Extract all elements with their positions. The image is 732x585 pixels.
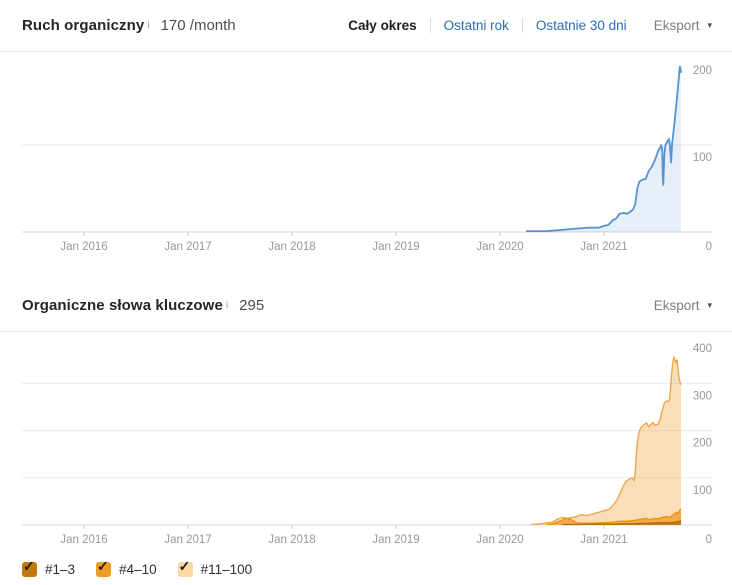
organic-keywords-chart[interactable]: Jan 2016 Jan 2017 Jan 2018 Jan 2019 Jan 2020… — [0, 332, 732, 555]
tab-separator — [430, 18, 431, 33]
svg-text:Jan 2021: Jan 2021 — [580, 241, 627, 253]
svg-text:400: 400 — [693, 343, 712, 355]
keywords-legend: ✓ #1–3 ✓ #4–10 ✓ #11–100 — [0, 562, 732, 577]
svg-text:300: 300 — [693, 390, 712, 402]
svg-text:100: 100 — [693, 152, 712, 164]
checkbox-11-100[interactable]: ✓ — [178, 562, 193, 577]
tab-all-time[interactable]: Cały okres — [348, 18, 416, 33]
info-icon[interactable]: i — [226, 300, 228, 311]
svg-text:0: 0 — [706, 534, 712, 546]
legend-label-top3: #1–3 — [45, 562, 75, 577]
svg-text:0: 0 — [706, 241, 712, 253]
organic-keywords-panel: Organiczne słowa kluczowe i 295 Eksport … — [0, 280, 732, 555]
tab-separator — [522, 18, 523, 33]
export-button[interactable]: Eksport ▾ — [654, 298, 712, 313]
legend-item-4-10[interactable]: ✓ #4–10 — [96, 562, 157, 577]
organic-traffic-chart-svg[interactable]: Jan 2016 Jan 2017 Jan 2018 Jan 2019 Jan 2020… — [0, 52, 732, 256]
export-label: Eksport — [654, 298, 700, 313]
organic-traffic-panel: Ruch organiczny i 170 /month Cały okres … — [0, 0, 732, 261]
chevron-down-icon: ▾ — [707, 301, 712, 310]
legend-label-11-100: #11–100 — [201, 562, 253, 577]
organic-traffic-header: Ruch organiczny i 170 /month Cały okres … — [0, 0, 732, 52]
svg-text:Jan 2019: Jan 2019 — [372, 241, 419, 253]
svg-text:Jan 2017: Jan 2017 — [164, 241, 211, 253]
svg-text:Jan 2018: Jan 2018 — [268, 241, 315, 253]
svg-text:Jan 2017: Jan 2017 — [164, 534, 211, 546]
svg-text:Jan 2016: Jan 2016 — [60, 241, 107, 253]
svg-text:Jan 2019: Jan 2019 — [372, 534, 419, 546]
checkmark-icon: ✓ — [179, 558, 191, 575]
organic-keywords-chart-svg[interactable]: Jan 2016 Jan 2017 Jan 2018 Jan 2019 Jan 2020… — [0, 332, 732, 550]
checkmark-icon: ✓ — [97, 558, 109, 575]
svg-text:Jan 2018: Jan 2018 — [268, 534, 315, 546]
legend-item-top3[interactable]: ✓ #1–3 — [22, 562, 75, 577]
legend-label-4-10: #4–10 — [119, 562, 157, 577]
keywords-value: 295 — [239, 297, 264, 314]
export-button[interactable]: Eksport ▾ — [654, 18, 712, 33]
svg-text:200: 200 — [693, 65, 712, 77]
organic-traffic-chart[interactable]: Jan 2016 Jan 2017 Jan 2018 Jan 2019 Jan 2020… — [0, 52, 732, 261]
organic-keywords-title: Organiczne słowa kluczowe — [22, 297, 223, 314]
chevron-down-icon: ▾ — [707, 21, 712, 30]
checkbox-4-10[interactable]: ✓ — [96, 562, 111, 577]
info-icon[interactable]: i — [147, 20, 149, 31]
export-label: Eksport — [654, 18, 700, 33]
traffic-value: 170 /month — [161, 17, 236, 34]
organic-keywords-header: Organiczne słowa kluczowe i 295 Eksport … — [0, 280, 732, 332]
svg-text:100: 100 — [693, 485, 712, 497]
svg-text:Jan 2016: Jan 2016 — [60, 534, 107, 546]
svg-text:Jan 2020: Jan 2020 — [476, 534, 523, 546]
tab-last-30-days[interactable]: Ostatnie 30 dni — [536, 18, 627, 33]
checkbox-top3[interactable]: ✓ — [22, 562, 37, 577]
checkmark-icon: ✓ — [23, 558, 35, 575]
period-tabs: Cały okres Ostatni rok Ostatnie 30 dni — [348, 18, 626, 33]
legend-item-11-100[interactable]: ✓ #11–100 — [178, 562, 253, 577]
tab-last-year[interactable]: Ostatni rok — [444, 18, 509, 33]
svg-text:Jan 2021: Jan 2021 — [580, 534, 627, 546]
svg-text:Jan 2020: Jan 2020 — [476, 241, 523, 253]
svg-text:200: 200 — [693, 438, 712, 450]
organic-traffic-title: Ruch organiczny — [22, 17, 144, 34]
